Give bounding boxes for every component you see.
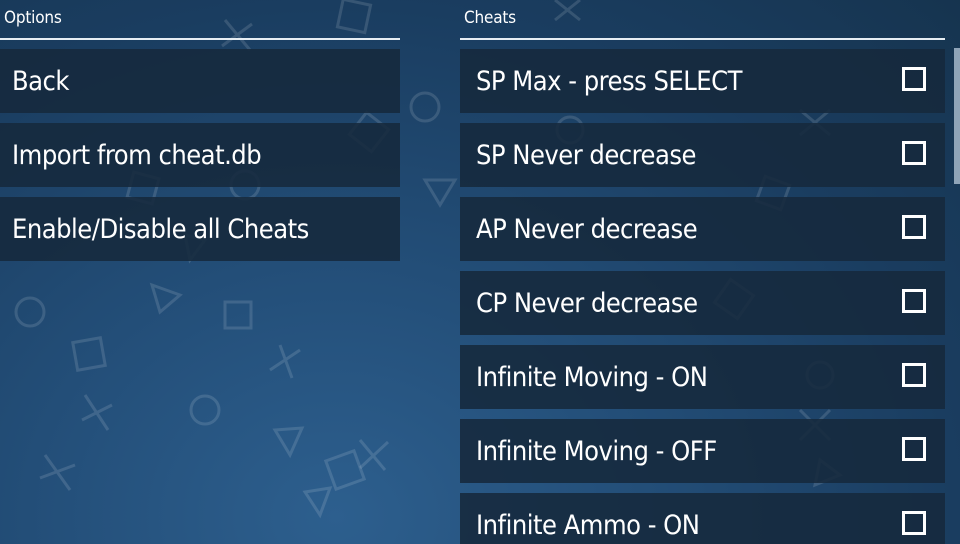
cheat-checkbox[interactable] bbox=[902, 363, 926, 387]
cheat-label: SP Max - press SELECT bbox=[476, 65, 742, 97]
cheat-item-infinite-ammo-on[interactable]: Infinite Ammo - ON bbox=[460, 493, 945, 544]
cheat-item-sp-never-decrease[interactable]: SP Never decrease bbox=[460, 123, 945, 187]
cheat-item-infinite-moving-on[interactable]: Infinite Moving - ON bbox=[460, 345, 945, 409]
import-cheat-db-button[interactable]: Import from cheat.db bbox=[0, 123, 400, 187]
back-label: Back bbox=[12, 65, 69, 97]
cheat-checkbox[interactable] bbox=[902, 141, 926, 165]
options-divider bbox=[0, 38, 400, 40]
cheats-header: Cheats bbox=[464, 8, 516, 28]
cheat-label: AP Never decrease bbox=[476, 213, 698, 245]
cheat-checkbox[interactable] bbox=[902, 437, 926, 461]
cheat-label: SP Never decrease bbox=[476, 139, 696, 171]
cheat-item-ap-never-decrease[interactable]: AP Never decrease bbox=[460, 197, 945, 261]
cheat-checkbox[interactable] bbox=[902, 215, 926, 239]
cheat-checkbox[interactable] bbox=[902, 511, 926, 535]
cheat-item-sp-max[interactable]: SP Max - press SELECT bbox=[460, 49, 945, 113]
back-button[interactable]: Back bbox=[0, 49, 400, 113]
cheat-label: Infinite Ammo - ON bbox=[476, 509, 700, 541]
cheat-item-cp-never-decrease[interactable]: CP Never decrease bbox=[460, 271, 945, 335]
cheat-label: Infinite Moving - OFF bbox=[476, 435, 717, 467]
import-label: Import from cheat.db bbox=[12, 139, 262, 171]
cheat-checkbox[interactable] bbox=[902, 289, 926, 313]
cheats-divider bbox=[460, 38, 945, 40]
cheat-checkbox[interactable] bbox=[902, 67, 926, 91]
cheat-item-infinite-moving-off[interactable]: Infinite Moving - OFF bbox=[460, 419, 945, 483]
toggle-all-cheats-button[interactable]: Enable/Disable all Cheats bbox=[0, 197, 400, 261]
cheats-scrollbar[interactable] bbox=[954, 48, 960, 184]
cheat-label: Infinite Moving - ON bbox=[476, 361, 708, 393]
cheat-label: CP Never decrease bbox=[476, 287, 698, 319]
toggle-all-label: Enable/Disable all Cheats bbox=[12, 213, 309, 245]
options-header: Options bbox=[4, 8, 62, 28]
